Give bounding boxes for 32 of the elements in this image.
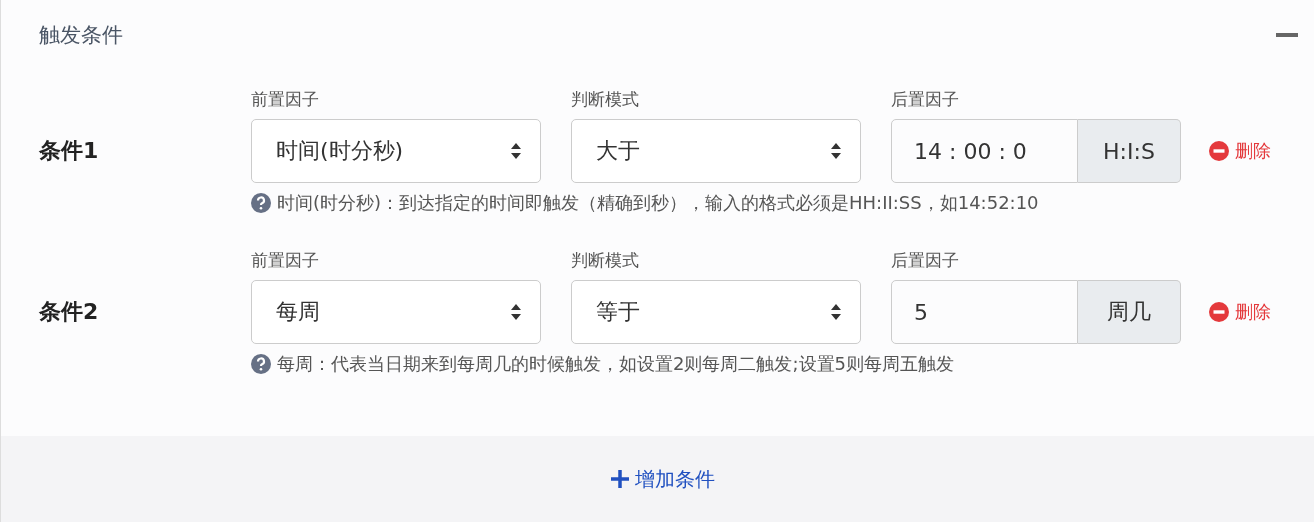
select-field[interactable]: 等于: [571, 280, 861, 344]
help-icon: [251, 193, 271, 213]
collapse-icon[interactable]: [1276, 33, 1298, 37]
select-field[interactable]: 时间(时分秒): [251, 119, 541, 183]
condition-label: 条件2: [39, 298, 100, 326]
plus-icon: [610, 470, 629, 488]
help-icon: [251, 354, 271, 374]
field-label: 后置因子: [891, 249, 960, 272]
field-label: 后置因子: [891, 88, 960, 111]
select-field[interactable]: 每周: [251, 280, 541, 344]
select-field[interactable]: 大于: [571, 119, 861, 183]
field-label: 前置因子: [251, 249, 320, 272]
input-field[interactable]: 14 : 00 : 0: [891, 119, 1078, 183]
sort-arrows-icon: [510, 302, 522, 322]
sort-arrows-icon: [830, 141, 842, 161]
minus-circle-icon: [1209, 141, 1229, 161]
delete-link[interactable]: 删除: [1209, 280, 1271, 344]
help-text: 时间(时分秒)：到达指定的时间即触发（精确到秒），输入的格式必须是HH:II:SS，如14:52:10: [277, 191, 1039, 215]
field-label: 前置因子: [251, 88, 320, 111]
add-condition-button[interactable]: 增加条件: [604, 464, 721, 494]
help-text: 每周：代表当日期来到每周几的时候触发，如设置2则每周二触发;设置5则每周五触发: [277, 352, 954, 376]
panel-title: 触发条件: [39, 22, 123, 49]
minus-circle-icon: [1209, 302, 1229, 322]
delete-link[interactable]: 删除: [1209, 119, 1271, 183]
input-field[interactable]: 5: [891, 280, 1078, 344]
sort-arrows-icon: [830, 302, 842, 322]
sort-arrows-icon: [510, 141, 522, 161]
field-label: 判断模式: [571, 88, 640, 111]
condition-label: 条件1: [39, 137, 100, 165]
field-label: 判断模式: [571, 249, 640, 272]
unit-addon: 周几: [1078, 280, 1181, 344]
unit-addon: H:I:S: [1078, 119, 1181, 183]
